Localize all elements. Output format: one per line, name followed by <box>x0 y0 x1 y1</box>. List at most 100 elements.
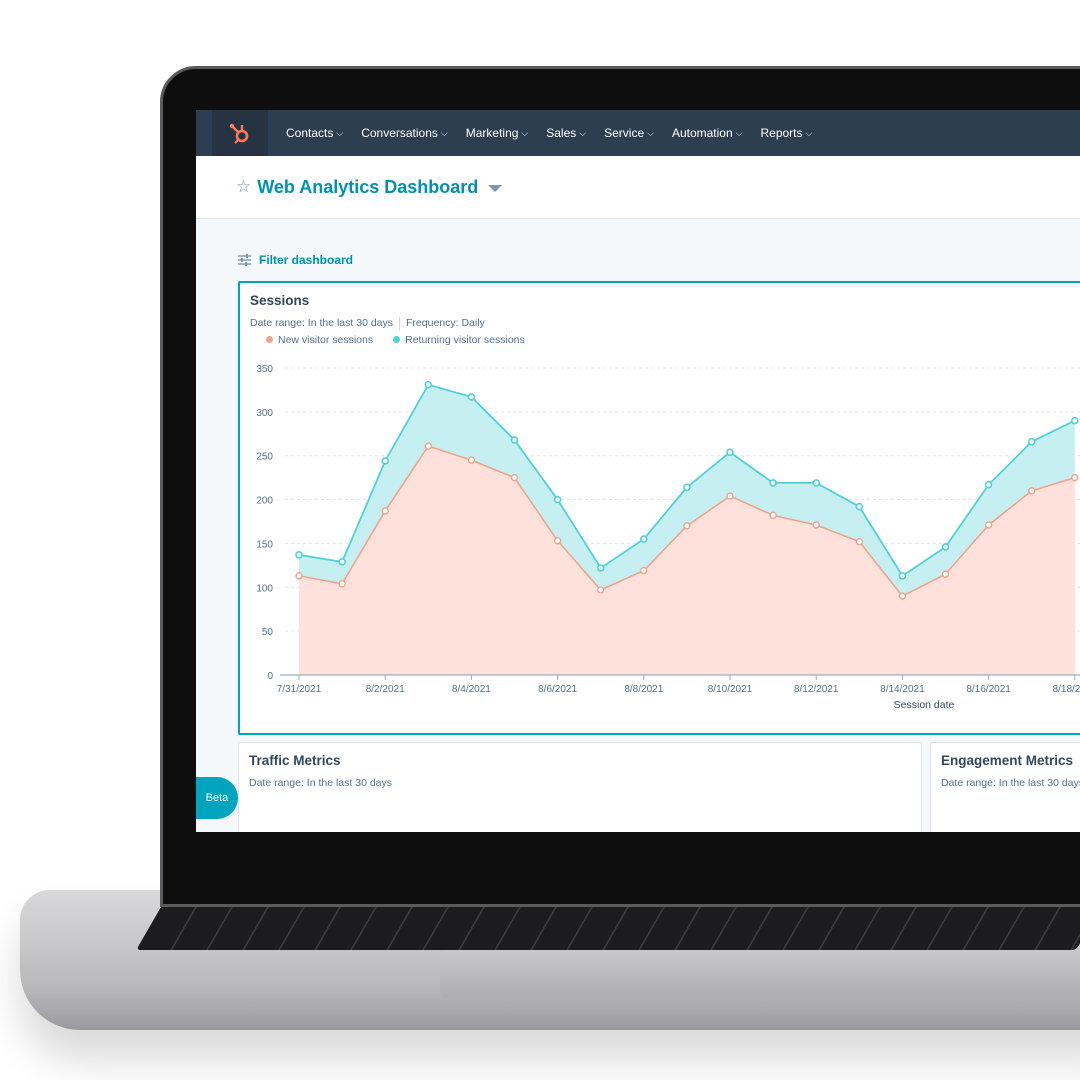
returning-point <box>812 479 821 487</box>
screen: Contacts ⌵ Conversations ⌵ Marketing ⌵ Sales ⌵ S… <box>196 110 1080 832</box>
nav-item-automation[interactable]: Automation ⌵ <box>672 126 743 140</box>
y-tick-label: 50 <box>262 627 274 638</box>
nav-label: Sales <box>546 126 577 140</box>
returning-point <box>639 535 648 543</box>
returning-point <box>1027 437 1036 446</box>
nav-item-reports[interactable]: Reports ⌵ <box>760 126 812 140</box>
new-point <box>898 592 907 600</box>
new-point <box>1071 473 1079 482</box>
x-tick-label: 7/31/2021 <box>277 684 322 695</box>
new-point <box>467 456 476 464</box>
returning-point <box>553 495 562 504</box>
nav-label: Automation <box>671 126 733 140</box>
returning-point <box>726 448 734 457</box>
y-tick-label: 0 <box>267 671 273 682</box>
new-point <box>424 442 433 450</box>
nav-item-conversations[interactable]: Conversations ⌵ <box>361 126 448 140</box>
dashboard-dropdown-icon[interactable] <box>488 185 503 192</box>
filter-dashboard-button[interactable]: Filter dashboard <box>238 253 353 267</box>
laptop-keyboard <box>136 902 1080 950</box>
returning-point <box>855 502 864 511</box>
x-tick-label: 8/12/2021 <box>794 684 839 695</box>
card-title: Engagement Metrics <box>941 753 1074 768</box>
date-range: Date range: In the last 30 days <box>941 777 1080 789</box>
y-tick-label: 150 <box>256 539 273 550</box>
chevron-down-icon: ⌵ <box>521 127 529 138</box>
nav-label: Marketing <box>465 126 519 140</box>
x-tick-label: 8/6/2021 <box>538 684 577 695</box>
returning-point <box>338 558 346 566</box>
new-point <box>726 492 734 500</box>
returning-point <box>984 480 993 489</box>
engagement-metrics-card[interactable]: Engagement Metrics Date range: In the la… <box>930 742 1080 832</box>
new-point <box>381 507 389 515</box>
returning-point <box>424 380 433 389</box>
beta-button[interactable]: Beta <box>196 777 238 819</box>
y-tick-label: 300 <box>256 408 273 419</box>
nav-item-contacts[interactable]: Contacts ⌵ <box>286 126 343 140</box>
y-tick-label: 100 <box>256 583 273 594</box>
new-point <box>553 537 562 545</box>
x-tick-label: 8/10/2021 <box>708 684 753 695</box>
new-point <box>510 473 519 482</box>
new-point <box>769 511 777 520</box>
sessions-chart: 0 50 100 150 200 250 300 350 7/31/2021 8/2/2021 8/… <box>256 364 1080 711</box>
new-point <box>640 566 648 575</box>
x-tick-label: 8/4/2021 <box>452 684 491 695</box>
x-axis-label: Session date <box>894 699 955 711</box>
filter-dashboard-label: Filter dashboard <box>259 253 354 267</box>
returning-point <box>510 436 519 444</box>
new-point <box>1028 487 1036 495</box>
hubspot-logo[interactable] <box>212 110 268 156</box>
returning-point <box>769 479 777 487</box>
chevron-down-icon: ⌵ <box>647 127 654 138</box>
x-tick-label: 8/14/2021 <box>880 684 925 695</box>
chevron-down-icon: ⌵ <box>336 127 344 138</box>
hubspot-sprocket-icon <box>229 123 249 144</box>
returning-point <box>941 543 950 551</box>
sessions-report-card[interactable]: Sessions Date range: In the last 30 days… <box>238 281 1080 735</box>
chevron-down-icon: ⌵ <box>579 127 587 138</box>
returning-point <box>683 483 691 492</box>
y-tick-label: 350 <box>256 364 273 375</box>
chevron-down-icon: ⌵ <box>440 127 448 138</box>
chevron-down-icon: ⌵ <box>805 127 813 138</box>
new-point <box>597 586 605 594</box>
returning-point <box>596 564 605 572</box>
new-point <box>855 537 863 546</box>
favorite-star-icon[interactable]: ☆ <box>236 177 251 197</box>
card-subtitle: Date range: In the last 30 days <box>249 777 392 789</box>
x-tick-label: 8/8/2021 <box>624 684 663 695</box>
returning-point <box>295 551 303 559</box>
nav-item-marketing[interactable]: Marketing ⌵ <box>466 126 529 140</box>
dashboard-header: ☆ Web Analytics Dashboard <box>196 156 1080 219</box>
x-tick-label: 8/18/2021 <box>1053 684 1080 695</box>
chevron-down-icon: ⌵ <box>735 127 743 138</box>
nav-label: Conversations <box>361 126 438 140</box>
top-nav: Contacts ⌵ Conversations ⌵ Marketing ⌵ Sales ⌵ S… <box>196 110 1080 156</box>
page-title: Web Analytics Dashboard <box>257 176 479 197</box>
new-point <box>984 521 993 529</box>
x-tick-label: 8/16/2021 <box>966 684 1011 695</box>
returning-point <box>898 572 907 580</box>
nav-item-service[interactable]: Service ⌵ <box>604 126 654 140</box>
nav-label: Reports <box>760 126 803 140</box>
y-tick-label: 200 <box>256 496 273 507</box>
nav-item-sales[interactable]: Sales ⌵ <box>546 126 586 140</box>
returning-point <box>381 457 389 465</box>
returning-point <box>467 393 476 401</box>
traffic-metrics-card[interactable]: Traffic Metrics Date range: In the last … <box>238 742 922 832</box>
y-tick-label: 250 <box>256 452 273 463</box>
new-point <box>683 522 691 530</box>
date-range: Date range: In the last 30 days <box>249 777 393 789</box>
nav-label: Service <box>604 126 645 140</box>
returning-point <box>1070 416 1079 425</box>
new-point <box>941 570 950 578</box>
card-subtitle: Date range: In the last 30 days <box>941 777 1080 789</box>
x-tick-label: 8/2/2021 <box>366 684 405 695</box>
laptop-trackpad <box>440 950 1080 998</box>
card-title: Traffic Metrics <box>249 753 341 768</box>
sliders-icon <box>238 254 251 266</box>
new-point <box>812 521 820 529</box>
new-point <box>295 572 303 580</box>
